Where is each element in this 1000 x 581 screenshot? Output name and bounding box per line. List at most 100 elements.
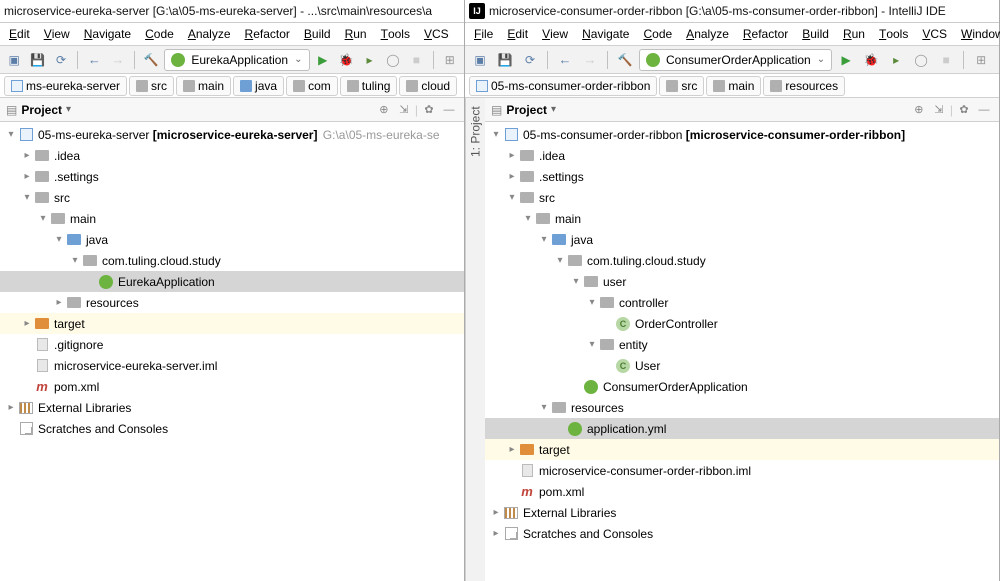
menu-vcs[interactable]: VCS (915, 23, 954, 45)
menu-analyze[interactable]: Analyze (679, 23, 736, 45)
tree-node[interactable]: mpom.xml (0, 376, 464, 397)
build-icon[interactable]: 🔨 (614, 49, 636, 71)
tree-node[interactable]: ▸Scratches and Consoles (485, 523, 999, 544)
expand-icon[interactable]: ▸ (4, 402, 18, 413)
structure-icon[interactable]: ⊞ (970, 49, 992, 71)
breadcrumb-item[interactable]: ms-eureka-server (4, 76, 127, 96)
tree-node[interactable]: ▾main (0, 208, 464, 229)
expand-icon[interactable]: ▸ (20, 318, 34, 329)
tree-node[interactable]: ▾controller (485, 292, 999, 313)
expand-icon[interactable]: ▾ (4, 129, 18, 140)
breadcrumb-item[interactable]: main (706, 76, 761, 96)
menu-navigate[interactable]: Navigate (77, 23, 138, 45)
settings-icon[interactable]: ✿ (955, 101, 973, 119)
expand-icon[interactable]: ▸ (20, 150, 34, 161)
tree-node[interactable]: ▸target (485, 439, 999, 460)
open-icon[interactable]: ▣ (469, 49, 491, 71)
project-tool-window-tab[interactable]: 1: Project (465, 98, 485, 581)
hide-icon[interactable]: — (975, 101, 993, 119)
profile-icon[interactable]: ◯ (910, 49, 932, 71)
tree-node[interactable]: ConsumerOrderApplication (485, 376, 999, 397)
menu-refactor[interactable]: Refactor (736, 23, 795, 45)
run-icon[interactable]: ▶ (313, 49, 333, 71)
panel-views-dropdown[interactable]: ▾ (66, 104, 71, 115)
expand-icon[interactable]: ▾ (585, 339, 599, 350)
menu-tools[interactable]: Tools (374, 23, 417, 45)
menu-edit[interactable]: Edit (500, 23, 535, 45)
select-opened-file-icon[interactable]: ⊕ (910, 101, 928, 119)
tree-node[interactable]: CUser (485, 355, 999, 376)
expand-icon[interactable]: ▾ (521, 213, 535, 224)
menu-file[interactable]: File (467, 23, 500, 45)
expand-icon[interactable]: ▸ (52, 297, 66, 308)
expand-icon[interactable]: ▸ (489, 528, 503, 539)
menu-code[interactable]: Code (636, 23, 679, 45)
breadcrumb-item[interactable]: resources (763, 76, 845, 96)
tree-node[interactable]: ▸resources (0, 292, 464, 313)
debug-icon[interactable]: 🐞 (860, 49, 882, 71)
menu-refactor[interactable]: Refactor (238, 23, 297, 45)
tree-node[interactable]: ▸External Libraries (0, 397, 464, 418)
tree-node[interactable]: ▾com.tuling.cloud.study (0, 250, 464, 271)
tree-node[interactable]: ▾src (485, 187, 999, 208)
tree-node[interactable]: ▸.idea (0, 145, 464, 166)
stop-icon[interactable]: ■ (935, 49, 957, 71)
expand-icon[interactable]: ▸ (505, 150, 519, 161)
back-icon[interactable]: ← (84, 49, 104, 71)
tree-node[interactable]: ▾resources (485, 397, 999, 418)
hide-icon[interactable]: — (440, 101, 458, 119)
run-config-selector[interactable]: EurekaApplication ⌄ (164, 49, 309, 71)
menu-view[interactable]: View (37, 23, 77, 45)
build-icon[interactable]: 🔨 (141, 49, 161, 71)
project-tree[interactable]: ▾05-ms-consumer-order-ribbon [microservi… (485, 122, 999, 581)
tree-node[interactable]: ▾user (485, 271, 999, 292)
back-icon[interactable]: ← (554, 49, 576, 71)
menu-window[interactable]: Window (954, 23, 1000, 45)
expand-icon[interactable]: ▾ (569, 276, 583, 287)
expand-icon[interactable]: ▾ (537, 234, 551, 245)
expand-icon[interactable]: ▾ (20, 192, 34, 203)
breadcrumb-item[interactable]: cloud (399, 76, 457, 96)
expand-icon[interactable]: ▸ (489, 507, 503, 518)
sync-icon[interactable]: ⟳ (51, 49, 71, 71)
tree-node[interactable]: ▾05-ms-consumer-order-ribbon [microservi… (485, 124, 999, 145)
menu-analyze[interactable]: Analyze (181, 23, 238, 45)
expand-icon[interactable]: ▾ (505, 192, 519, 203)
expand-icon[interactable]: ▾ (68, 255, 82, 266)
expand-icon[interactable]: ▾ (553, 255, 567, 266)
breadcrumb-item[interactable]: src (659, 76, 704, 96)
expand-icon[interactable]: ▾ (489, 129, 503, 140)
tree-node[interactable]: ▸.settings (485, 166, 999, 187)
menu-view[interactable]: View (535, 23, 575, 45)
expand-icon[interactable]: ▾ (537, 402, 551, 413)
panel-menu-icon[interactable]: ▤ (6, 103, 17, 117)
menu-build[interactable]: Build (795, 23, 836, 45)
tree-node[interactable]: microservice-consumer-order-ribbon.iml (485, 460, 999, 481)
breadcrumb-item[interactable]: src (129, 76, 174, 96)
menu-tools[interactable]: Tools (872, 23, 915, 45)
tree-node[interactable]: mpom.xml (485, 481, 999, 502)
save-all-icon[interactable]: 💾 (27, 49, 47, 71)
menu-vcs[interactable]: VCS (417, 23, 456, 45)
debug-icon[interactable]: 🐞 (336, 49, 356, 71)
settings-icon[interactable]: ✿ (420, 101, 438, 119)
tree-node[interactable]: ▸External Libraries (485, 502, 999, 523)
forward-icon[interactable]: → (579, 49, 601, 71)
tree-node[interactable]: ▸.idea (485, 145, 999, 166)
tree-node[interactable]: ▾com.tuling.cloud.study (485, 250, 999, 271)
menu-edit[interactable]: Edit (2, 23, 37, 45)
breadcrumb-item[interactable]: main (176, 76, 231, 96)
collapse-all-icon[interactable]: ⇲ (395, 101, 413, 119)
expand-icon[interactable]: ▸ (505, 444, 519, 455)
tree-node[interactable]: application.yml (485, 418, 999, 439)
tree-node[interactable]: ▾entity (485, 334, 999, 355)
tree-node[interactable]: ▸target (0, 313, 464, 334)
panel-views-dropdown[interactable]: ▾ (551, 104, 556, 115)
collapse-all-icon[interactable]: ⇲ (930, 101, 948, 119)
select-opened-file-icon[interactable]: ⊕ (375, 101, 393, 119)
menu-run[interactable]: Run (338, 23, 374, 45)
tree-node[interactable]: Scratches and Consoles (0, 418, 464, 439)
profile-icon[interactable]: ◯ (383, 49, 403, 71)
stop-icon[interactable]: ■ (406, 49, 426, 71)
expand-icon[interactable]: ▾ (36, 213, 50, 224)
